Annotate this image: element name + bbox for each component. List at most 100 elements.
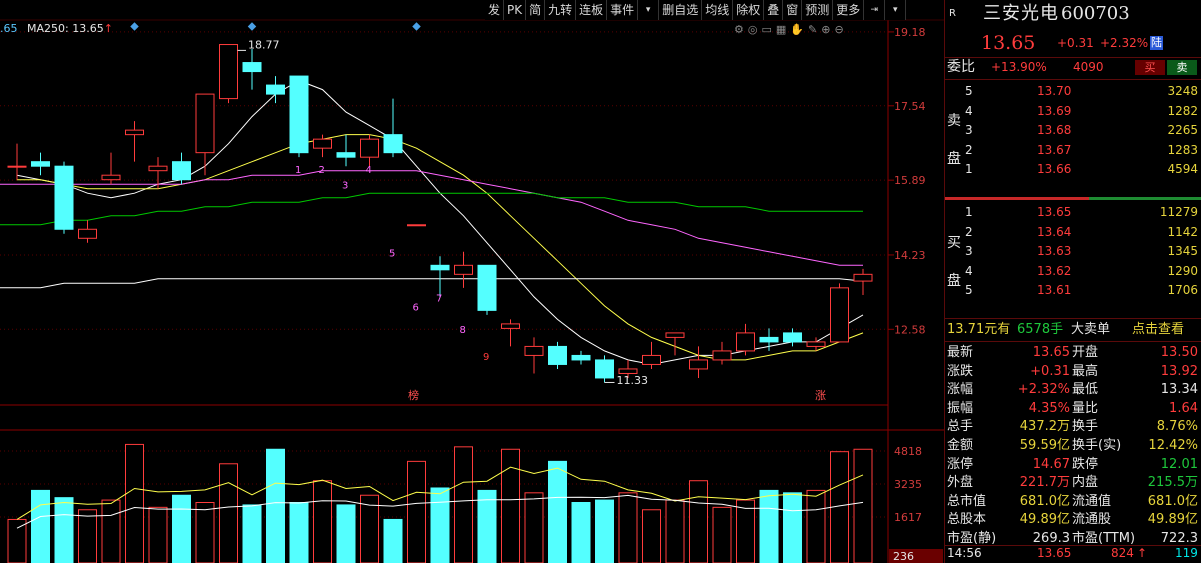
volume-bar [219,463,238,563]
volume-bar [266,448,285,563]
sequence-number: 5 [389,248,395,259]
volume-bar [101,499,121,563]
candle-body [712,350,732,361]
quote-value: 1.64 [1169,400,1198,416]
price-axis-label: 19.18 [894,26,926,39]
volume-bottom-label: 236 [893,550,914,563]
ask-row[interactable]: 5 13.70 3248 [945,82,1201,101]
candle-body [407,224,426,227]
sequence-number: 7 [436,293,442,304]
hand-icon[interactable]: ✋ [790,23,808,36]
event-diamond-icon [412,22,421,31]
volume-bar [853,448,873,563]
toolbar-item-9[interactable]: 叠 [764,0,784,20]
grid-icon[interactable]: ▦ [776,23,790,36]
sequence-number: 3 [342,181,348,192]
bid-row[interactable]: 4 13.62 1290 [945,262,1201,281]
ask-row[interactable]: 2 13.67 1283 [945,141,1201,160]
toolbar-item-6[interactable]: 删自选 [659,0,703,20]
candle-body [665,332,685,338]
sequence-number: 8 [460,325,466,336]
volume-bar [595,499,614,563]
pen-icon[interactable]: ✎ [808,23,821,36]
toolbar-item-2[interactable]: 简 [526,0,546,20]
candle-body [54,165,74,230]
bid-row[interactable]: 1 13.65 11279 [945,203,1201,222]
eye-icon[interactable]: ◎ [748,23,762,36]
buy-button[interactable]: 买 [1135,60,1165,75]
ask-row[interactable]: 4 13.69 1282 [945,102,1201,121]
bid-price: 13.63 [1037,244,1072,258]
candle-body [618,368,638,374]
sell-side-label-1: 卖 [947,113,961,129]
quote-label: 涨跌 [947,363,974,379]
candle-body [830,287,849,343]
price-pct: +2.32% [1100,36,1149,50]
candle-body [266,84,285,95]
volume-bar [524,492,544,563]
ask-row[interactable]: 3 13.68 2265 [945,121,1201,140]
toolbar-item-12[interactable]: 更多 [833,0,865,20]
volume-bar [501,448,520,563]
gear-icon[interactable]: ⚙ [734,23,748,36]
volume-bar [477,489,497,563]
toolbar-item-7[interactable]: 均线 [702,0,734,20]
toolbar-item-1[interactable]: PK [504,0,527,20]
tick-count: 119 [1175,546,1198,560]
sell-ratio-bar [945,197,1089,200]
chart-tools[interactable]: ⚙◎▭▦✋✎⊕⊖ [734,23,848,36]
volume-bar [806,489,826,563]
sell-button[interactable]: 卖 [1167,60,1197,75]
ask-row[interactable]: 1 13.66 4594 [945,160,1201,179]
quote-label: 开盘 [1072,345,1099,360]
tick-time: 14:56 [947,546,982,560]
volume-bar [736,499,755,563]
bid-row[interactable]: 3 13.63 1345 [945,242,1201,261]
ma-line-ma20 [0,170,863,266]
candle-body [571,354,591,361]
bid-level: 4 [965,263,973,278]
ma-line-ma10 [17,134,864,361]
sell-side-label-2: 盘 [947,151,961,167]
kline-chart[interactable]: 19.1817.5415.8914.2312.58481832351617236… [0,0,944,563]
window-icon[interactable]: ▭ [761,23,775,36]
toolbar-item-10[interactable]: 窗 [783,0,803,20]
quote-label: 换手(实) [1072,438,1122,453]
toolbar-item-5[interactable]: 事件 [607,0,639,20]
toolbar-dropdown-icon[interactable]: ▾ [885,0,907,20]
event-dropdown-icon[interactable]: ▾ [638,0,660,20]
candle-body [501,323,520,329]
quote-value: 13.34 [1160,382,1198,398]
ma-line-ma250 [0,278,864,289]
candle-body [101,174,121,181]
sequence-number: 1 [295,165,301,176]
toolbar-item-8[interactable]: 除权 [733,0,765,20]
ask-level: 5 [965,84,973,98]
toolbar-item-11[interactable]: 预测 [802,0,834,20]
quote-label: 外盘 [947,475,974,491]
bid-price: 13.61 [1037,283,1072,297]
quote-row: 涨停 14.67 跌停 12.01 [945,455,1201,474]
volume-axis-label: 1617 [894,511,922,524]
zoom-in-icon[interactable]: ⊕ [821,23,834,36]
zoom-out-icon[interactable]: ⊖ [834,23,847,36]
ask-volume: 4594 [1167,162,1198,176]
quote-value: 221.7万 [1019,475,1070,491]
toolbar-item-3[interactable]: 九转 [545,0,577,20]
volume-bar [642,509,661,563]
toolbar-item-0[interactable]: 发 [485,0,505,20]
quote-row: 金额 59.59亿 换手(实) 12.42% [945,436,1201,455]
bid-row[interactable]: 2 13.64 1142 [945,223,1201,242]
quote-value: 437.2万 [1019,419,1070,435]
bid-row[interactable]: 5 13.61 1706 [945,281,1201,300]
price-axis-label: 17.54 [894,100,926,113]
ask-volume: 1282 [1167,103,1198,118]
toolbar-pin-icon[interactable]: ⇥ [864,0,886,20]
volume-bar [195,502,215,563]
volume-bar [759,489,779,563]
volume-bar [430,487,450,563]
candle-body [454,264,473,275]
toolbar-item-4[interactable]: 连板 [576,0,608,20]
big-order-link[interactable]: 点击查看 [1132,320,1184,339]
r-badge: R [949,8,956,19]
